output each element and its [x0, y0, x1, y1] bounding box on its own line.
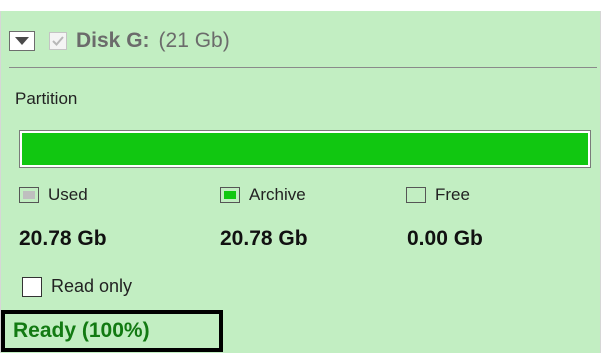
partition-usage-fill — [22, 133, 588, 165]
legend-used: Used — [19, 185, 88, 205]
status-badge: Ready (100%) — [1, 310, 223, 352]
legend-used-label: Used — [48, 185, 88, 204]
legend-free-label: Free — [435, 185, 470, 204]
legend-free: Free — [406, 185, 470, 205]
legend-archive: Archive — [220, 185, 306, 205]
partition-label: Partition — [15, 89, 78, 108]
chevron-down-icon — [15, 37, 29, 45]
free-value: 0.00 Gb — [407, 227, 483, 250]
archive-swatch-icon — [220, 187, 240, 203]
used-value: 20.78 Gb — [19, 227, 107, 250]
collapse-button[interactable] — [9, 31, 35, 51]
checkmark-icon — [52, 36, 64, 46]
status-text: Ready (100%) — [13, 319, 150, 342]
partition-usage-bar — [19, 130, 591, 168]
disk-size: (21 Gb) — [158, 29, 230, 52]
disk-header: Disk G: (21 Gb) — [9, 23, 230, 59]
disk-select-checkbox[interactable] — [49, 32, 67, 50]
read-only-option[interactable]: Read only — [22, 276, 132, 297]
header-divider — [9, 67, 597, 68]
archive-value: 20.78 Gb — [220, 227, 308, 250]
free-swatch-icon — [406, 187, 426, 203]
legend-archive-label: Archive — [249, 185, 306, 204]
disk-name: Disk G: — [76, 29, 150, 52]
disk-panel: Disk G: (21 Gb) Partition Used Archive F… — [0, 11, 601, 353]
read-only-label: Read only — [51, 276, 133, 296]
read-only-checkbox[interactable] — [22, 276, 42, 297]
used-swatch-icon — [19, 187, 39, 203]
